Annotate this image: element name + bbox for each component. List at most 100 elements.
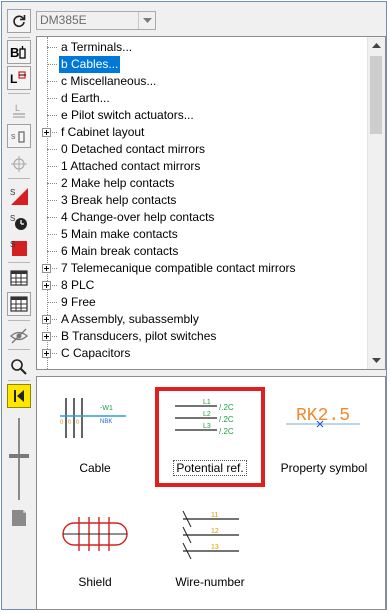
refresh-icon <box>13 15 26 28</box>
tree-item-label: 3 Break help contacts <box>61 193 177 207</box>
toolbar-separator <box>8 37 30 38</box>
tree-item-6[interactable]: 6 Main break contacts <box>37 243 367 260</box>
cable-label: Cable <box>79 461 111 475</box>
red-symbol-button[interactable]: S <box>7 184 31 208</box>
svg-text:S: S <box>10 188 15 197</box>
collapse-icon <box>14 390 24 402</box>
tree-rows: a Terminals... b Cables... c Miscellaneous… <box>37 39 367 362</box>
list-view-button[interactable] <box>7 292 31 316</box>
expand-plus-icon[interactable] <box>42 264 51 273</box>
grid-view-button[interactable] <box>7 266 31 290</box>
expand-plus-icon[interactable] <box>42 128 51 137</box>
category-tree: a Terminals... b Cables... c Miscellaneous… <box>36 36 386 370</box>
tree-item-label: 4 Change-over help contacts <box>61 210 215 224</box>
toolbar-separator <box>8 380 30 381</box>
tree-item-label: f Cabinet layout <box>61 125 145 139</box>
scrollbar-thumb[interactable] <box>370 56 382 134</box>
expand-plus-icon[interactable] <box>42 332 51 341</box>
tree-item-e[interactable]: e Pilot switch actuators... <box>37 107 367 124</box>
tree-item-b[interactable]: b Cables... <box>37 56 367 73</box>
pin-button[interactable]: s <box>7 124 31 148</box>
expand-plus-icon[interactable] <box>42 349 51 358</box>
clock-symbol-button[interactable]: S <box>7 210 31 234</box>
tree-item-3[interactable]: 3 Break help contacts <box>37 192 367 209</box>
gallery-item-property-symbol[interactable]: RK2.5 Property symbol <box>269 382 379 492</box>
property-symbol-label: Property symbol <box>280 461 368 475</box>
tree-item-8[interactable]: 8 PLC <box>37 277 367 294</box>
tree-item-label: e Pilot switch actuators... <box>61 108 194 122</box>
text-align-icon: L <box>13 103 25 118</box>
list-view-icon <box>10 296 28 312</box>
hide-button[interactable] <box>7 324 31 348</box>
expand-plus-icon[interactable] <box>42 315 51 324</box>
potential-mark-ref-1: /.2C <box>219 403 234 412</box>
tree-item-7[interactable]: 7 Telemecanique compatible contact mirro… <box>37 260 367 277</box>
svg-text:L: L <box>15 103 20 113</box>
tree-item-5[interactable]: 5 Main make contacts <box>37 226 367 243</box>
tree-item-1[interactable]: 1 Attached contact mirrors <box>37 158 367 175</box>
svg-text:12: 12 <box>211 528 219 535</box>
tree-item-a[interactable]: a Terminals... <box>37 39 367 56</box>
gallery-item-wire-number[interactable]: 11 12 13 Wire-number <box>155 497 265 607</box>
potential-mark-ref-2: /.2C <box>219 415 234 424</box>
move-button[interactable] <box>7 152 31 176</box>
zoom-slider-thumb[interactable] <box>9 454 29 458</box>
clock-symbol-icon: S <box>10 214 27 230</box>
tree-connector <box>47 47 57 48</box>
svg-text:S: S <box>10 240 15 249</box>
tree-item-label: 8 PLC <box>61 278 95 292</box>
refresh-button[interactable] <box>7 9 31 33</box>
tree-item-f[interactable]: f Cabinet layout <box>37 124 367 141</box>
expand-plus-icon[interactable] <box>42 281 51 290</box>
scroll-down-icon[interactable] <box>368 352 385 369</box>
tree-item-label: 5 Main make contacts <box>61 227 178 241</box>
insert-symbol-button[interactable]: L <box>7 66 31 90</box>
text-align-button[interactable]: L <box>7 98 31 122</box>
gallery-item-cable[interactable]: -W1 NBK 0 0 0 Cable <box>40 382 150 492</box>
gallery-item-shield[interactable]: Shield <box>40 497 150 607</box>
tree-item-a[interactable]: A Assembly, subassembly <box>37 311 367 328</box>
svg-text:B: B <box>10 45 19 60</box>
tree-connector <box>47 64 57 65</box>
tree-item-2[interactable]: 2 Make help contacts <box>37 175 367 192</box>
red-box-button[interactable]: S <box>7 236 31 260</box>
tree-item-label: 1 Attached contact mirrors <box>61 159 201 173</box>
tree-item-label: d Earth... <box>61 91 110 105</box>
chevron-down-icon[interactable] <box>138 12 155 29</box>
tree-item-b[interactable]: B Transducers, pilot switches <box>37 328 367 345</box>
tree-item-d[interactable]: d Earth... <box>37 90 367 107</box>
wire-number-symbol-icon: 11 12 13 <box>182 510 239 560</box>
collapse-button[interactable] <box>7 384 31 408</box>
tree-item-c[interactable]: c Miscellaneous... <box>37 73 367 90</box>
tree-connector <box>47 251 57 252</box>
tree-item-4[interactable]: 4 Change-over help contacts <box>37 209 367 226</box>
tree-connector <box>47 183 57 184</box>
tree-item-label: B Transducers, pilot switches <box>61 329 217 343</box>
tree-item-label: 6 Main break contacts <box>61 244 179 258</box>
tree-vertical-scrollbar[interactable] <box>367 37 385 369</box>
gallery-item-potential-ref[interactable]: L1 /.2C L2 /.2C L3 /.2C Potential ref. <box>155 382 265 492</box>
zoom-slider-track[interactable] <box>18 418 20 500</box>
page-button[interactable] <box>7 506 31 530</box>
potential-ref-symbol-icon: L1 /.2C L2 /.2C L3 /.2C <box>175 399 234 436</box>
tree-item-c[interactable]: C Capacitors <box>37 345 367 362</box>
svg-text:L: L <box>10 72 17 86</box>
svg-text:S: S <box>10 214 15 223</box>
tree-connector <box>47 149 57 150</box>
tree-connector <box>47 98 57 99</box>
tree-item-9[interactable]: 9 Free <box>37 294 367 311</box>
scroll-up-icon[interactable] <box>368 37 385 54</box>
tree-item-label: b Cables... <box>59 56 121 73</box>
symbol-library-value: DM385E <box>40 13 87 27</box>
tree-item-0[interactable]: 0 Detached contact mirrors <box>37 141 367 158</box>
bold-symbol-button[interactable]: B <box>7 40 31 64</box>
svg-text:0: 0 <box>68 420 72 426</box>
tree-connector <box>47 217 57 218</box>
search-zoom-button[interactable] <box>7 354 31 378</box>
move-icon <box>11 156 27 172</box>
tree-item-label: A Assembly, subassembly <box>61 312 199 326</box>
potential-mark-l1: L1 <box>203 399 211 406</box>
red-box-icon: S <box>10 240 27 256</box>
tree-item-label: a Terminals... <box>61 40 133 54</box>
symbol-library-combo[interactable]: DM385E <box>36 11 156 30</box>
